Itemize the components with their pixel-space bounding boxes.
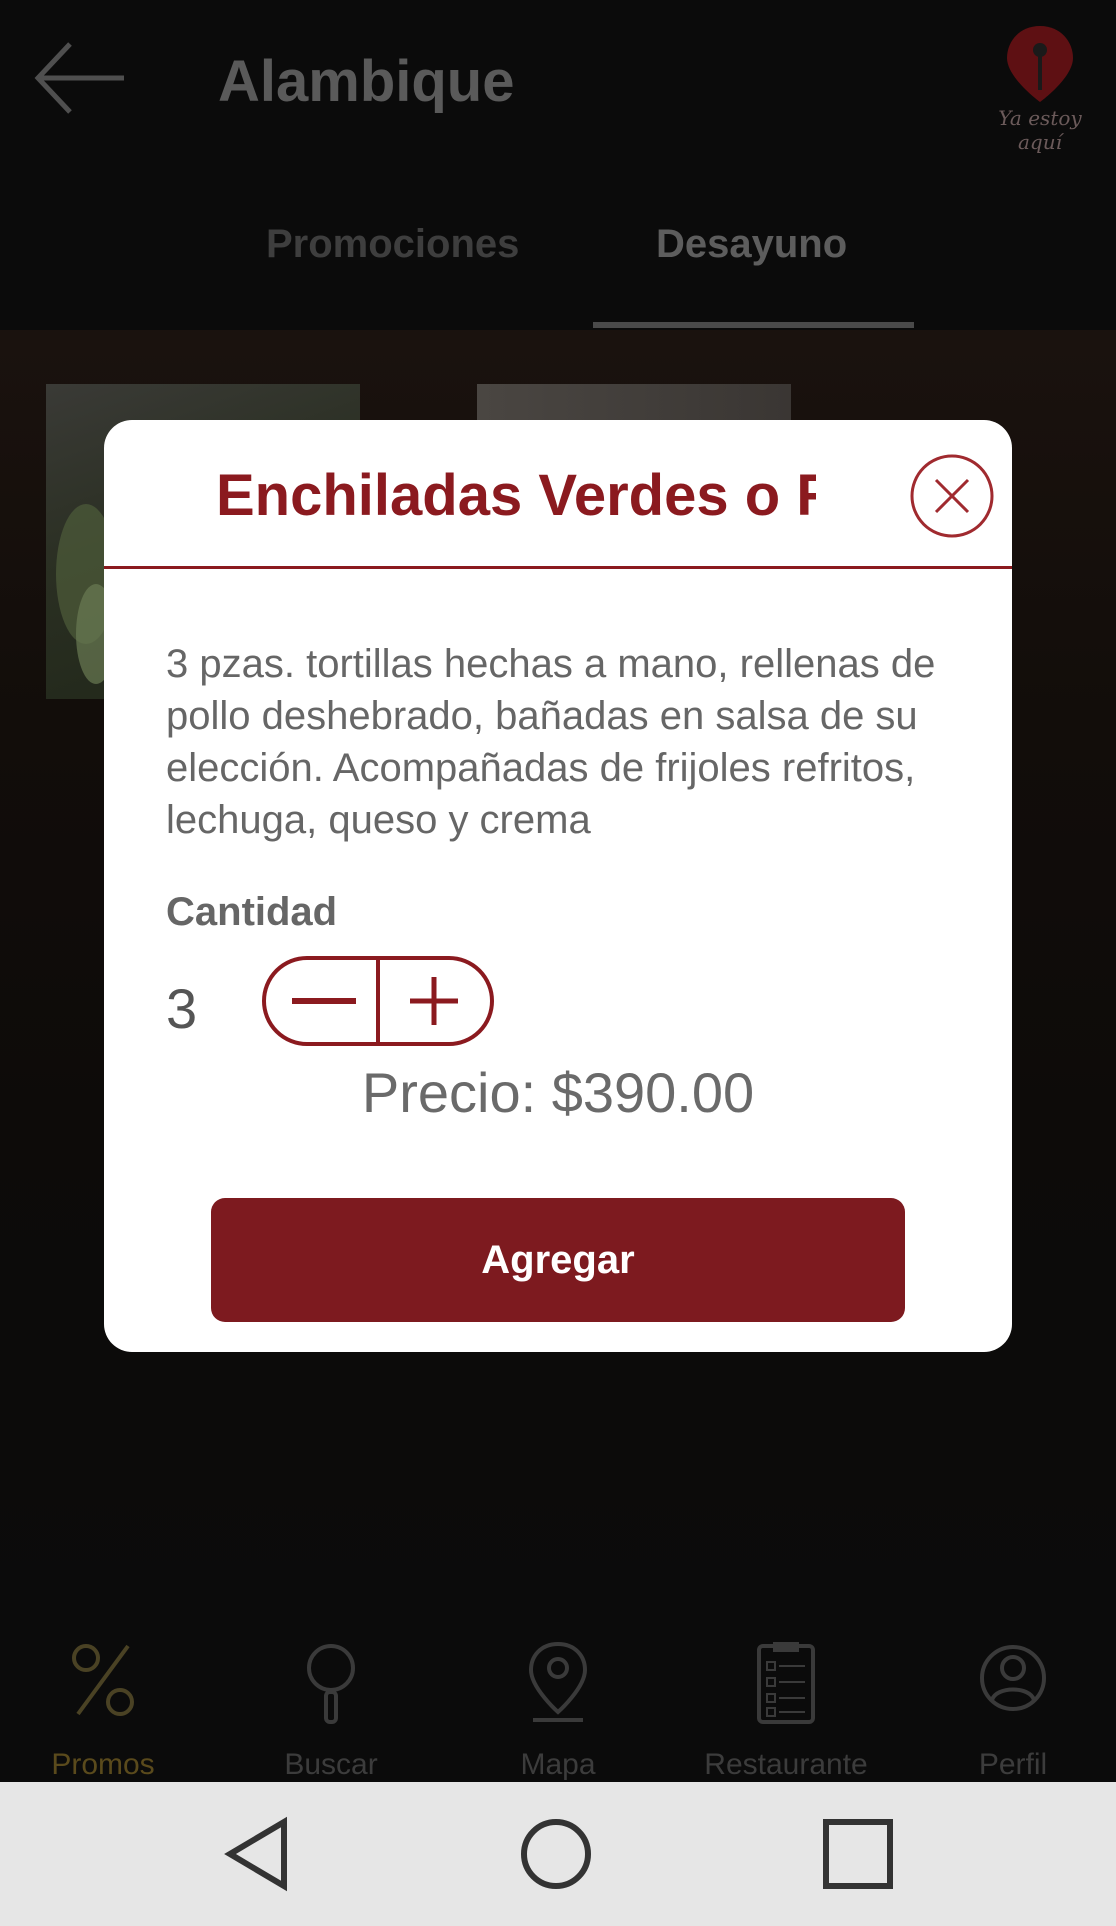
product-description: 3 pzas. tortillas hechas a mano, rellena… xyxy=(166,642,936,842)
nav-item-perfil[interactable]: Perfil xyxy=(913,1640,1113,1781)
logo-text: Ya estoy aquí xyxy=(998,106,1082,154)
user-icon xyxy=(980,1645,1046,1711)
tab-promociones[interactable]: Promociones xyxy=(266,222,519,267)
app-logo: Ya estoy aquí xyxy=(985,20,1095,154)
clipboard-icon xyxy=(757,1642,815,1724)
add-button[interactable]: Agregar xyxy=(211,1198,905,1322)
nav-label: Perfil xyxy=(978,1748,1048,1781)
close-icon xyxy=(910,454,994,538)
quantity-stepper xyxy=(262,956,494,1046)
page-title: Alambique xyxy=(218,49,515,114)
percent-icon xyxy=(72,1644,134,1716)
product-dialog: Enchiladas Verdes o R… 3 pzas. tortillas… xyxy=(104,420,1012,1352)
back-arrow-icon xyxy=(34,42,124,114)
close-button[interactable] xyxy=(908,452,996,540)
nav-item-mapa[interactable]: Mapa xyxy=(458,1640,658,1781)
tab-active-indicator xyxy=(593,322,914,328)
dialog-header: Enchiladas Verdes o R… xyxy=(104,420,1012,569)
increment-button[interactable] xyxy=(378,958,492,1044)
dialog-title: Enchiladas Verdes o R… xyxy=(216,463,816,528)
nav-label: Restaurante xyxy=(704,1748,868,1781)
system-navigation-bar xyxy=(0,1782,1116,1926)
square-recents-icon xyxy=(823,1819,893,1889)
nav-item-buscar[interactable]: Buscar xyxy=(231,1640,431,1781)
tab-desayuno[interactable]: Desayuno xyxy=(656,222,847,267)
search-icon xyxy=(307,1644,355,1724)
nav-label: Mapa xyxy=(520,1748,596,1781)
nav-label: Buscar xyxy=(284,1748,378,1781)
price-text: Precio: $390.00 xyxy=(361,1061,755,1124)
logo-pin-icon xyxy=(1007,26,1073,102)
back-button[interactable] xyxy=(30,38,130,118)
system-home-button[interactable] xyxy=(516,1814,596,1894)
quantity-label: Cantidad xyxy=(166,890,338,934)
bottom-navigation: Promos Buscar Mapa Restaurante Perfil xyxy=(0,1630,1116,1782)
nav-item-restaurante[interactable]: Restaurante xyxy=(686,1640,886,1781)
circle-home-icon xyxy=(521,1819,591,1889)
decrement-button[interactable] xyxy=(264,958,378,1044)
system-recents-button[interactable] xyxy=(818,1814,898,1894)
nav-label: Promos xyxy=(51,1748,155,1781)
system-back-button[interactable] xyxy=(218,1814,298,1894)
menu-item-card[interactable] xyxy=(477,384,791,424)
map-pin-icon xyxy=(528,1641,588,1722)
triangle-back-icon xyxy=(224,1816,287,1892)
quantity-value: 3 xyxy=(166,977,198,1040)
top-app-bar: Alambique Ya estoy aquí Promociones Desa… xyxy=(0,0,1116,330)
nav-item-promos[interactable]: Promos xyxy=(3,1640,203,1781)
